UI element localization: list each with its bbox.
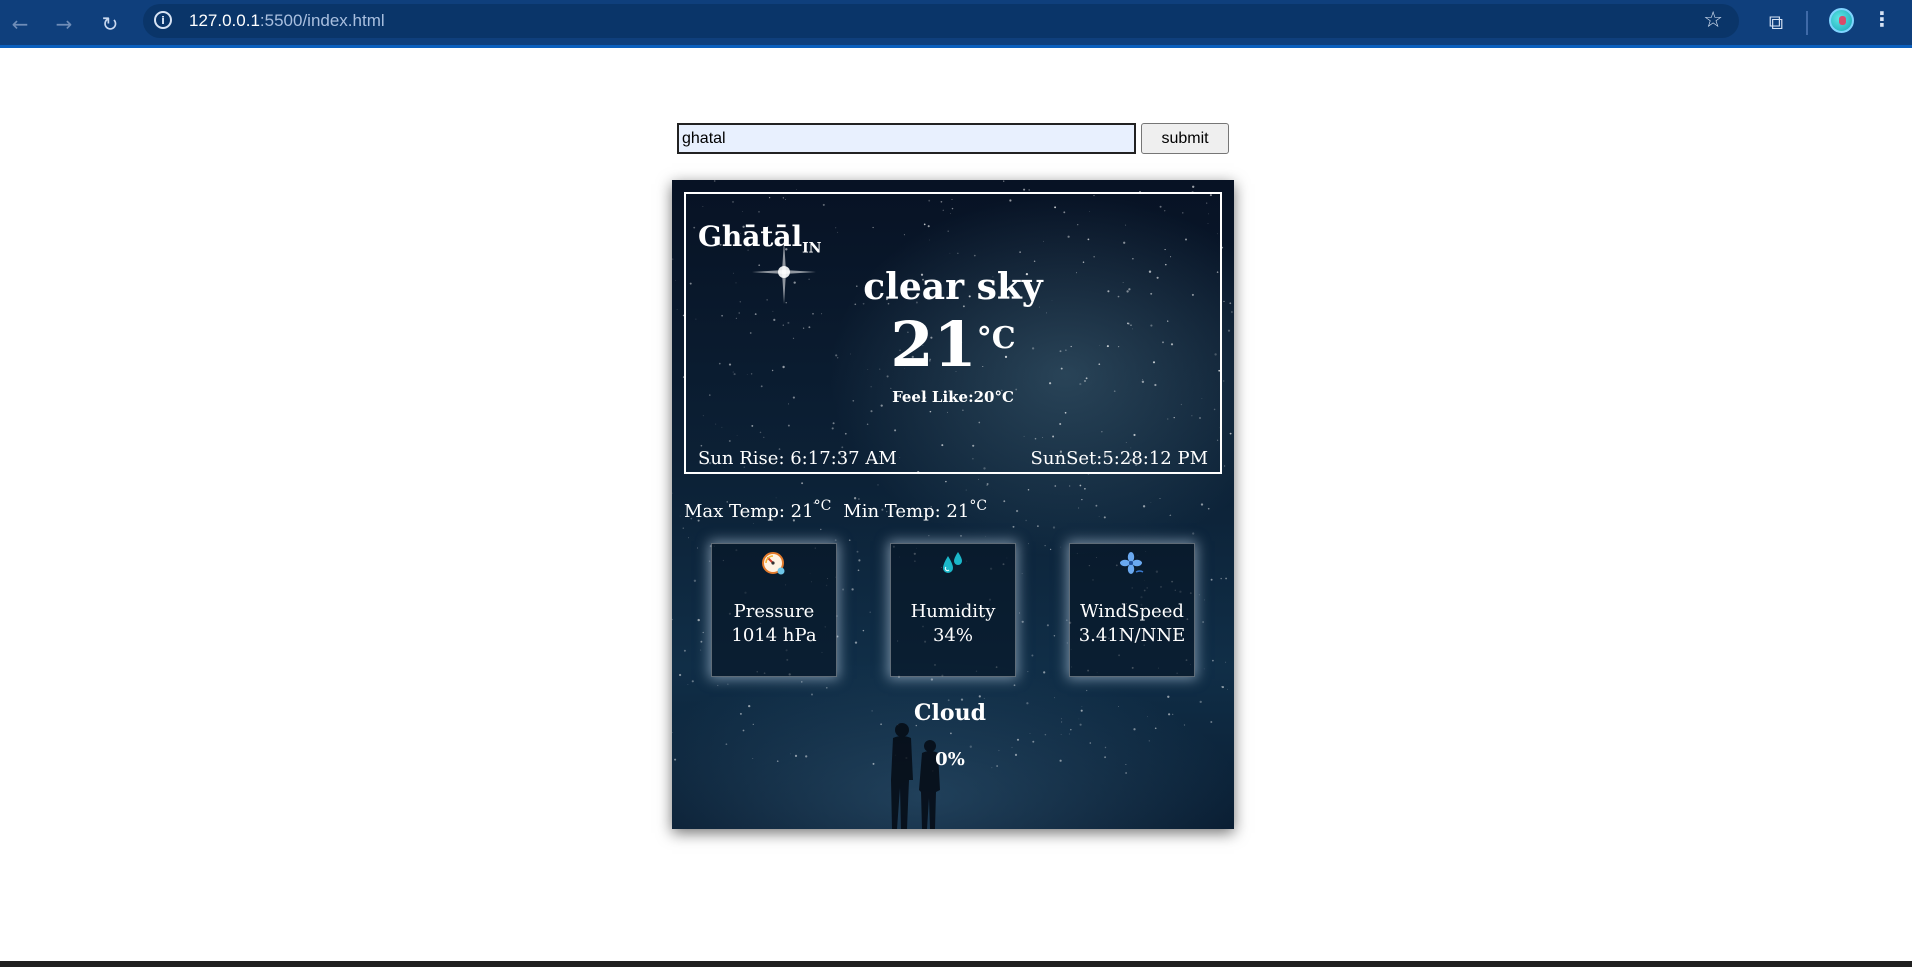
humidity-value: 34%	[932, 625, 973, 646]
pressure-label: Pressure	[733, 601, 815, 622]
temperature-display: 21°C	[686, 308, 1220, 381]
min-max-temperature: Max Temp: 21°C Min Temp: 21°C	[684, 498, 987, 522]
reload-icon[interactable]: ↻	[94, 8, 126, 40]
bookmark-star-icon[interactable]: ☆	[1703, 8, 1723, 33]
couple-silhouette-image	[891, 723, 940, 829]
windspeed-value: 3.41N/NNE	[1078, 625, 1186, 646]
weather-card: GhātālIN clear sky 21°C Feel Like:20°C S…	[672, 180, 1234, 829]
kebab-menu-icon[interactable]: ⋮	[1872, 7, 1892, 31]
city-name: GhātālIN	[698, 220, 821, 257]
submit-button[interactable]: submit	[1141, 123, 1229, 154]
country-code: IN	[802, 240, 822, 257]
max-temp-unit: °C	[813, 498, 832, 514]
url-host: 127.0.0.1	[189, 11, 260, 30]
cloud-value: 0%	[935, 749, 965, 770]
cloud-heading: Cloud	[914, 700, 986, 726]
weather-condition: clear sky	[863, 266, 1043, 308]
max-temp-text: Max Temp: 21	[684, 501, 814, 522]
sunset-time: SunSet:5:28:12 PM	[1030, 448, 1208, 469]
browser-toolbar: ← → ↻ i 127.0.0.1:5500/index.html ☆ ⧉ ⋮	[0, 0, 1912, 48]
feels-like-text: Feel Like:20°C	[892, 388, 1014, 406]
humidity-card: Humidity 34%	[890, 543, 1016, 677]
url-text[interactable]: 127.0.0.1:5500/index.html	[189, 11, 385, 31]
city-search-input[interactable]	[677, 123, 1136, 154]
profile-avatar[interactable]	[1829, 8, 1854, 33]
humidity-drops-icon	[891, 550, 1015, 578]
temperature-unit: °C	[976, 321, 1016, 356]
forward-arrow-icon[interactable]: →	[48, 8, 80, 40]
site-info-icon[interactable]: i	[154, 11, 172, 29]
pressure-card: Pressure 1014 hPa	[711, 543, 837, 677]
temperature-value: 21	[890, 308, 977, 381]
current-weather-panel: GhātālIN clear sky 21°C Feel Like:20°C S…	[684, 192, 1222, 474]
address-bar[interactable]: i 127.0.0.1:5500/index.html ☆	[143, 4, 1739, 38]
min-temp-text: Min Temp: 21	[843, 501, 970, 522]
toolbar-divider	[1806, 11, 1808, 35]
wind-fan-icon	[1070, 550, 1194, 578]
pressure-value: 1014 hPa	[731, 625, 817, 646]
min-temp-unit: °C	[969, 498, 988, 514]
humidity-label: Humidity	[910, 601, 996, 622]
back-arrow-icon[interactable]: ←	[4, 8, 36, 40]
pressure-gauge-icon	[712, 550, 836, 578]
url-path: :5500/index.html	[259, 11, 385, 30]
sunrise-time: Sun Rise: 6:17:37 AM	[698, 448, 897, 469]
city-label: Ghātāl	[698, 220, 803, 253]
taskbar-edge	[0, 961, 1912, 967]
windspeed-card: WindSpeed 3.41N/NNE	[1069, 543, 1195, 677]
windspeed-label: WindSpeed	[1080, 601, 1184, 622]
extensions-puzzle-icon[interactable]: ⧉	[1762, 8, 1790, 36]
